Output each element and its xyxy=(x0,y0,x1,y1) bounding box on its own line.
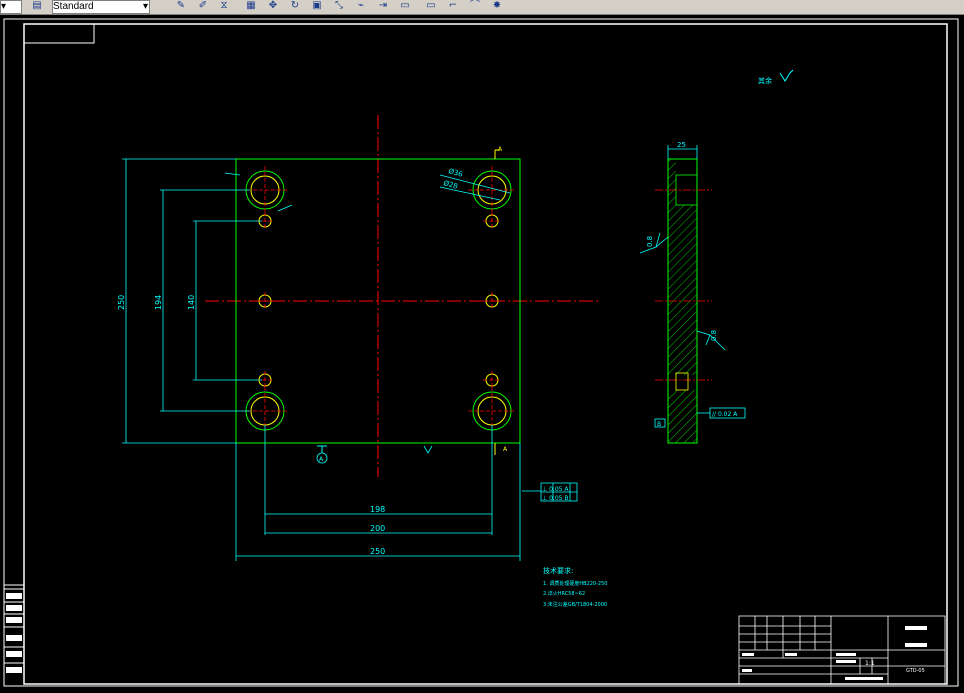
side-hatch-bottom xyxy=(668,390,697,443)
text-style-icon[interactable]: ▤ xyxy=(30,0,44,12)
dim-big-hole: Ø36 xyxy=(447,167,464,179)
left-binding-strip xyxy=(4,584,24,673)
drawing-svg: 其余 250 194 140 198 200 250 Ø36 Ø28 A A A… xyxy=(3,18,959,687)
frame-corner-box xyxy=(23,23,95,44)
paint-icon[interactable]: ✐ xyxy=(196,0,210,12)
title-scale: 1:1 xyxy=(865,660,875,667)
fillet-icon[interactable]: ⌒ xyxy=(468,0,482,12)
dim-hole-span-outer: 200 xyxy=(370,524,385,533)
tol-parallel: // 0.02 A xyxy=(712,411,738,418)
move-icon[interactable]: ✥ xyxy=(266,0,280,12)
extend-icon[interactable]: ⇥ xyxy=(376,0,390,12)
stretch-icon[interactable]: ⤡ xyxy=(332,0,346,12)
modify-toolbar: ▾ ▤ Standard ▾ ✎ ✐ ⧖ ▦ ✥ ↻ ▣ ⤡ ⌁ ⇥ ▭ ▭ ⌐ ⌒ ✸ xyxy=(0,0,964,15)
dim-side-thickness: 25 xyxy=(677,141,686,149)
scale-icon[interactable]: ▣ xyxy=(310,0,324,12)
side-view: 25 0.8 0.8 // 0.02 A B xyxy=(639,141,746,444)
roughness-side-mid: 0.8 xyxy=(710,330,718,341)
technical-notes: 技术要求: 1. 调质处理硬度HB220-250 2.淬火HRC58~62 3.… xyxy=(543,566,607,608)
hole-leaders xyxy=(224,172,511,212)
chamfer-icon[interactable]: ⌐ xyxy=(446,0,460,12)
dim-small-hole: Ø28 xyxy=(442,179,458,190)
text-style-combo[interactable]: Standard ▾ xyxy=(52,0,150,14)
break-icon[interactable]: ▭ xyxy=(398,0,412,12)
svg-text:B: B xyxy=(657,421,661,428)
datum-markers: A A A xyxy=(316,146,508,464)
mirror-icon[interactable]: ⧖ xyxy=(217,0,231,12)
dim-plate-height: 250 xyxy=(117,295,126,310)
rotate-icon[interactable]: ↻ xyxy=(288,0,302,12)
text-style-value: Standard xyxy=(53,1,94,12)
dim-inner-span: 140 xyxy=(187,295,196,310)
explode-icon[interactable]: ✸ xyxy=(490,0,504,12)
trim-icon[interactable]: ⌁ xyxy=(354,0,368,12)
tech-note-3: 3.未注公差GB/T1804-2000 xyxy=(543,601,607,608)
tech-note-1: 1. 调质处理硬度HB220-250 xyxy=(543,580,607,587)
layer-dropdown[interactable]: ▾ xyxy=(0,0,22,14)
array-icon[interactable]: ▦ xyxy=(244,0,258,12)
general-roughness-note: 其余 xyxy=(758,69,794,85)
tol-perp-1: ⊥ 0.05 A xyxy=(542,486,569,493)
tech-note-2: 2.淬火HRC58~62 xyxy=(543,590,585,597)
drawing-canvas[interactable]: 其余 250 194 140 198 200 250 Ø36 Ø28 A A A… xyxy=(0,15,964,689)
front-view: 250 194 140 198 200 250 Ø36 Ø28 A A A ⊥ … xyxy=(117,115,600,561)
drawing-frame xyxy=(23,23,948,685)
join-icon[interactable]: ▭ xyxy=(424,0,438,12)
tech-notes-title: 技术要求: xyxy=(543,566,573,575)
edit-pencil-icon[interactable]: ✎ xyxy=(174,0,188,12)
svg-text:A: A xyxy=(498,146,503,153)
dim-plate-width: 250 xyxy=(370,547,385,556)
roughness-text: 其余 xyxy=(758,76,772,85)
svg-text:A: A xyxy=(319,456,324,463)
tol-perp-2: ⊥ 0.05 B xyxy=(542,495,569,502)
svg-text:A: A xyxy=(503,446,508,453)
sheet-border xyxy=(3,18,959,687)
roughness-side-top: 0.8 xyxy=(646,236,654,247)
dim-outer-span: 194 xyxy=(154,295,163,310)
chevron-down-icon: ▾ xyxy=(142,1,148,12)
dim-hole-span-inner: 198 xyxy=(370,505,385,514)
title-drawing-no: GTD-05 xyxy=(906,668,925,674)
side-hatch-main xyxy=(668,205,697,375)
